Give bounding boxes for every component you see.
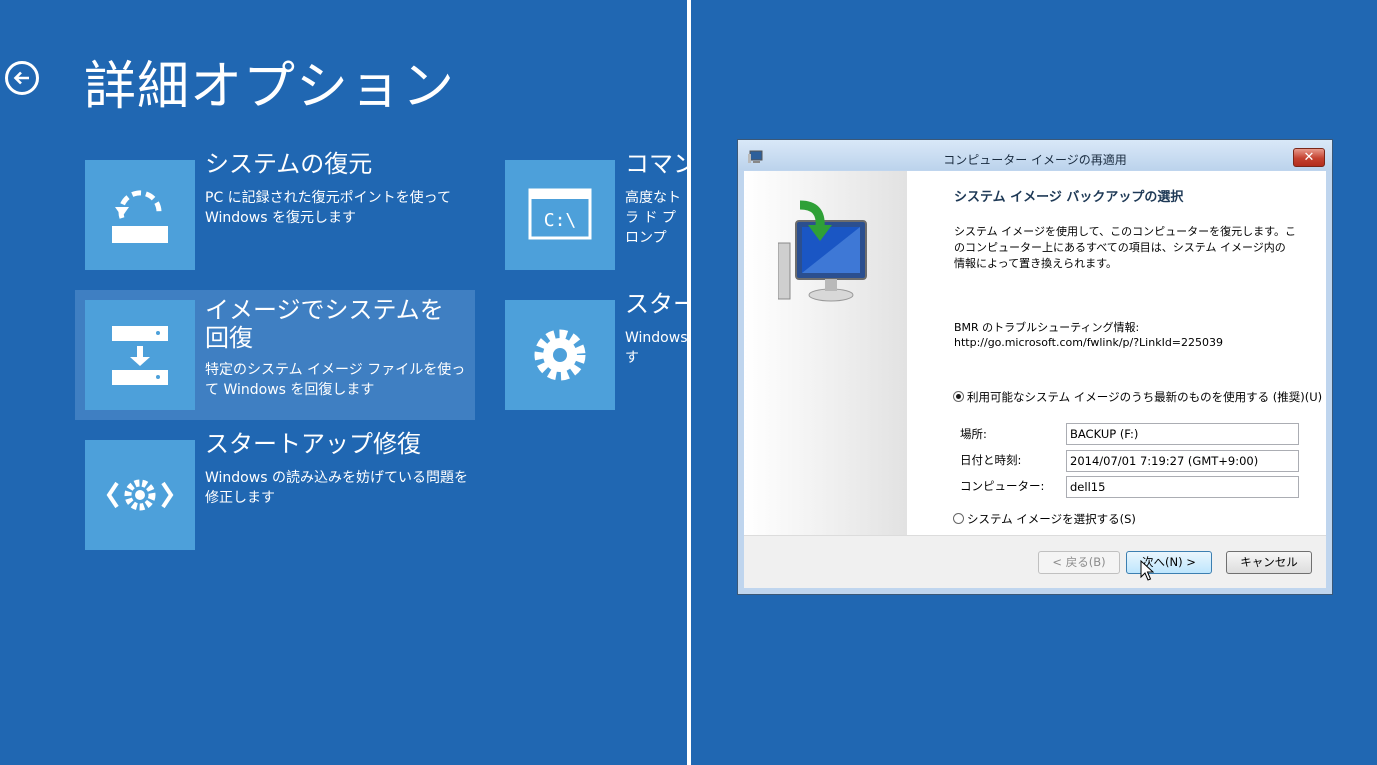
dialog-description: システム イメージを使用して、このコンピューターを復元します。このコンピューター… xyxy=(954,225,1296,270)
computer-label: コンピューター: xyxy=(960,479,1045,493)
close-icon: ✕ xyxy=(1303,150,1315,165)
cancel-button[interactable]: キャンセル xyxy=(1226,551,1312,574)
option-system-image-recovery[interactable]: イメージでシステムを回復 特定のシステム イメージ ファイルを使って Windo… xyxy=(75,290,475,420)
startup-repair-icon xyxy=(85,440,195,550)
dialog-side-panel xyxy=(744,171,907,535)
next-button[interactable]: 次へ(N) > xyxy=(1126,551,1212,574)
reimage-dialog: コンピューター イメージの再適用 ✕ システム イメージ バックアップの選択 シ… xyxy=(737,139,1333,595)
mouse-cursor-icon xyxy=(1140,560,1154,581)
bmr-label: BMR のトラブルシューティング情報: xyxy=(954,321,1140,334)
radio-use-latest[interactable]: 利用可能なシステム イメージのうち最新のものを使用する (推奨)(U) xyxy=(953,389,1322,405)
command-prompt-icon: C:\ xyxy=(505,160,615,270)
option-description: PC に記録された復元ポイントを使って Windows を復元します xyxy=(205,190,451,226)
computer-restore-icon xyxy=(778,200,867,302)
option-startup-settings[interactable]: スター Windows す xyxy=(495,290,687,420)
computer-field: dell15 xyxy=(1066,476,1299,498)
gear-icon xyxy=(505,300,615,410)
dialog-titlebar[interactable]: コンピューター イメージの再適用 ✕ xyxy=(738,140,1332,170)
location-field: BACKUP (F:) xyxy=(1066,423,1299,445)
close-button[interactable]: ✕ xyxy=(1293,148,1325,167)
advanced-options-screen: 詳細オプション システムの復元 PC に記録された復元ポイントを使って Wind… xyxy=(0,0,687,765)
dialog-footer: < 戻る(B) 次へ(N) > キャンセル xyxy=(744,535,1326,588)
datetime-label: 日付と時刻: xyxy=(960,453,1022,467)
back-button[interactable]: < 戻る(B) xyxy=(1038,551,1120,574)
page-title: 詳細オプション xyxy=(84,57,456,117)
reimage-screen: コンピューター イメージの再適用 ✕ システム イメージ バックアップの選択 シ… xyxy=(691,0,1377,765)
option-title: スター xyxy=(625,290,687,318)
option-title: イメージでシステムを回復 xyxy=(205,296,444,352)
system-image-recovery-icon xyxy=(85,300,195,410)
dialog-title: コンピューター イメージの再適用 xyxy=(943,153,1127,167)
radio-select-image[interactable]: システム イメージを選択する(S) xyxy=(953,511,1136,527)
option-title: システムの復元 xyxy=(205,150,373,178)
location-label: 場所: xyxy=(960,427,987,441)
radio-button[interactable] xyxy=(953,391,964,402)
svg-text:C:\: C:\ xyxy=(544,210,577,231)
dialog-heading: システム イメージ バックアップの選択 xyxy=(954,190,1184,205)
radio-button[interactable] xyxy=(953,513,964,524)
radio-label: システム イメージを選択する(S) xyxy=(967,512,1136,526)
option-description: Windows す xyxy=(625,330,687,366)
option-startup-repair[interactable]: スタートアップ修復 Windows の読み込みを妨げている問題を修正します xyxy=(75,430,475,560)
option-description: 高度なトラ ド プロンプ xyxy=(625,190,681,246)
option-description: 特定のシステム イメージ ファイルを使って Windows を回復します xyxy=(205,362,466,398)
radio-label: 利用可能なシステム イメージのうち最新のものを使用する (推奨)(U) xyxy=(967,390,1323,404)
option-title: スタートアップ修復 xyxy=(205,430,421,458)
option-command-prompt[interactable]: C:\ コマン 高度なトラ ド プロンプ xyxy=(495,150,687,280)
back-arrow-icon[interactable] xyxy=(5,61,39,95)
datetime-field: 2014/07/01 7:19:27 (GMT+9:00) xyxy=(1066,450,1299,472)
system-restore-icon xyxy=(85,160,195,270)
option-description: Windows の読み込みを妨げている問題を修正します xyxy=(205,470,468,506)
option-title: コマン xyxy=(625,150,687,178)
option-system-restore[interactable]: システムの復元 PC に記録された復元ポイントを使って Windows を復元し… xyxy=(75,150,475,280)
bmr-link[interactable]: http://go.microsoft.com/fwlink/p/?LinkId… xyxy=(954,335,1294,351)
